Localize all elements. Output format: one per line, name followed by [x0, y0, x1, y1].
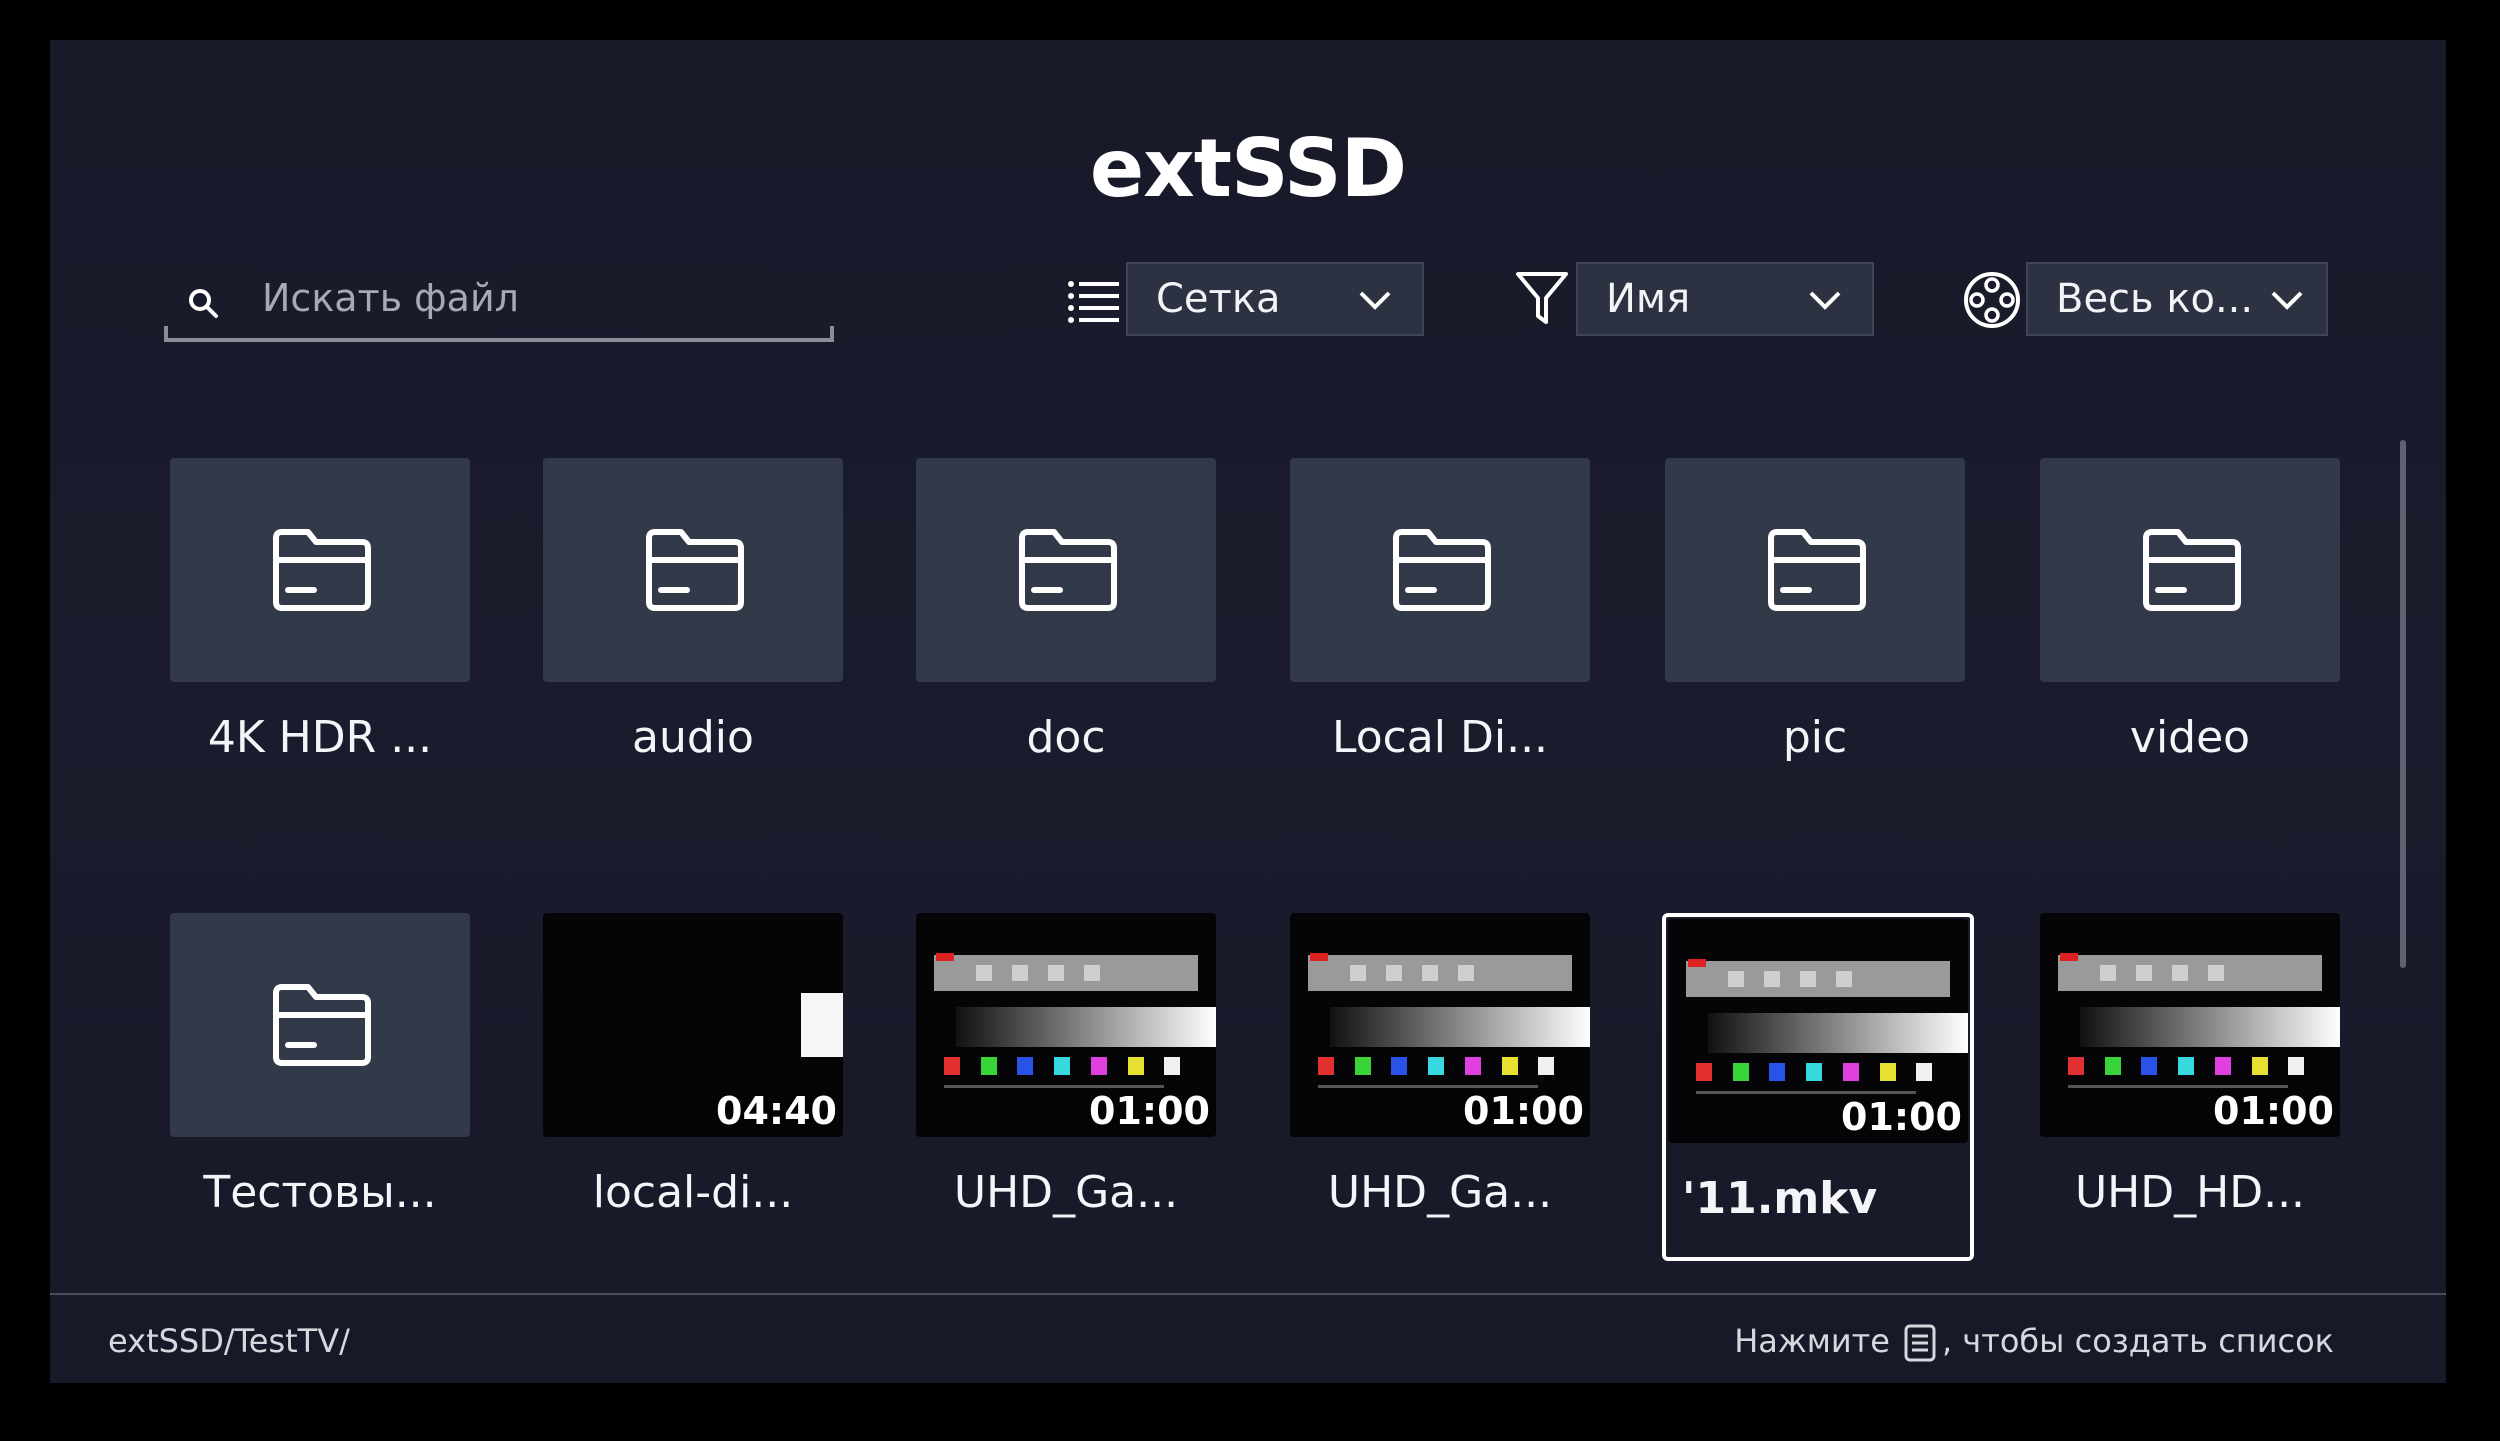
folder-item[interactable]: Local Di...: [1290, 458, 1590, 763]
selection-highlight: [1662, 913, 1974, 1261]
duration-badge: 01:00: [2213, 1089, 2334, 1133]
folder-item[interactable]: 4K HDR ...: [170, 458, 470, 763]
chevron-down-icon: [1359, 291, 1391, 310]
footer-hint: Нажмите , чтобы создать список: [1734, 1322, 2334, 1362]
duration-badge: 04:40: [716, 1089, 837, 1133]
folder-item[interactable]: pic: [1665, 458, 1965, 763]
chevron-down-icon: [2271, 291, 2303, 310]
folder-thumbnail: [1665, 458, 1965, 682]
item-label: UHD_HD...: [2074, 1167, 2306, 1218]
folder-icon: [273, 529, 371, 611]
folder-item[interactable]: audio: [543, 458, 843, 763]
list-view-icon: [1068, 281, 1119, 323]
folder-icon: [1768, 529, 1866, 611]
footer-divider: [50, 1293, 2446, 1295]
page-title: extSSD: [1089, 122, 1407, 215]
folder-thumbnail: [916, 458, 1216, 682]
scrollbar[interactable]: [2400, 440, 2406, 968]
video-thumbnail: 01:00: [916, 913, 1216, 1137]
folder-icon: [1393, 529, 1491, 611]
filter-icon: [1516, 272, 1568, 324]
item-label: Тестовы...: [203, 1167, 437, 1218]
folder-icon: [646, 529, 744, 611]
search-icon: [189, 289, 218, 318]
view-mode-dropdown[interactable]: Сетка: [1126, 262, 1424, 336]
folder-item[interactable]: Тестовы...: [170, 913, 470, 1218]
video-item[interactable]: 01:00 UHD_Ga...: [1290, 913, 1590, 1218]
film-reel-icon: [1964, 272, 2020, 328]
duration-badge: 01:00: [1463, 1089, 1584, 1133]
folder-thumbnail: [170, 913, 470, 1137]
chevron-down-icon: [1809, 291, 1841, 310]
search-input[interactable]: [260, 268, 804, 328]
video-item[interactable]: 01:00 UHD_HD...: [2040, 913, 2340, 1218]
folder-thumbnail: [170, 458, 470, 682]
current-path: extSSD/TestTV/: [108, 1322, 350, 1360]
hint-text-before: Нажмите: [1734, 1322, 1890, 1360]
video-thumbnail: 01:00: [1290, 913, 1590, 1137]
folder-item[interactable]: doc: [916, 458, 1216, 763]
sort-dropdown[interactable]: Имя: [1576, 262, 1874, 336]
view-mode-label: Сетка: [1156, 276, 1281, 322]
folder-icon: [1019, 529, 1117, 611]
list-menu-icon: [1904, 1324, 1936, 1362]
item-label: UHD_Ga...: [953, 1167, 1179, 1218]
video-item[interactable]: 01:00 UHD_Ga...: [916, 913, 1216, 1218]
video-item[interactable]: 04:40 local-di...: [543, 913, 843, 1218]
folder-thumbnail: [543, 458, 843, 682]
item-label: doc: [1026, 712, 1106, 763]
sort-label: Имя: [1606, 276, 1691, 322]
content-type-label: Весь ко...: [2056, 276, 2254, 322]
folder-item[interactable]: video: [2040, 458, 2340, 763]
item-label: 4K HDR ...: [207, 712, 433, 763]
video-thumbnail: 04:40: [543, 913, 843, 1137]
item-label: audio: [632, 712, 754, 763]
search-box[interactable]: [164, 260, 834, 342]
folder-icon: [273, 984, 371, 1066]
content-type-dropdown[interactable]: Весь ко...: [2026, 262, 2328, 336]
folder-icon: [2143, 529, 2241, 611]
video-thumbnail: 01:00: [2040, 913, 2340, 1137]
folder-thumbnail: [1290, 458, 1590, 682]
item-label: video: [2129, 712, 2251, 763]
item-label: UHD_Ga...: [1327, 1167, 1553, 1218]
video-frame-white-block: [801, 993, 843, 1057]
item-label: Local Di...: [1331, 712, 1549, 763]
file-browser-screen: extSSD Сетка Имя Весь к: [50, 40, 2446, 1383]
duration-badge: 01:00: [1089, 1089, 1210, 1133]
hint-text-after: , чтобы создать список: [1941, 1322, 2334, 1360]
folder-thumbnail: [2040, 458, 2340, 682]
item-label: local-di...: [592, 1167, 794, 1218]
item-label: pic: [1782, 712, 1848, 763]
